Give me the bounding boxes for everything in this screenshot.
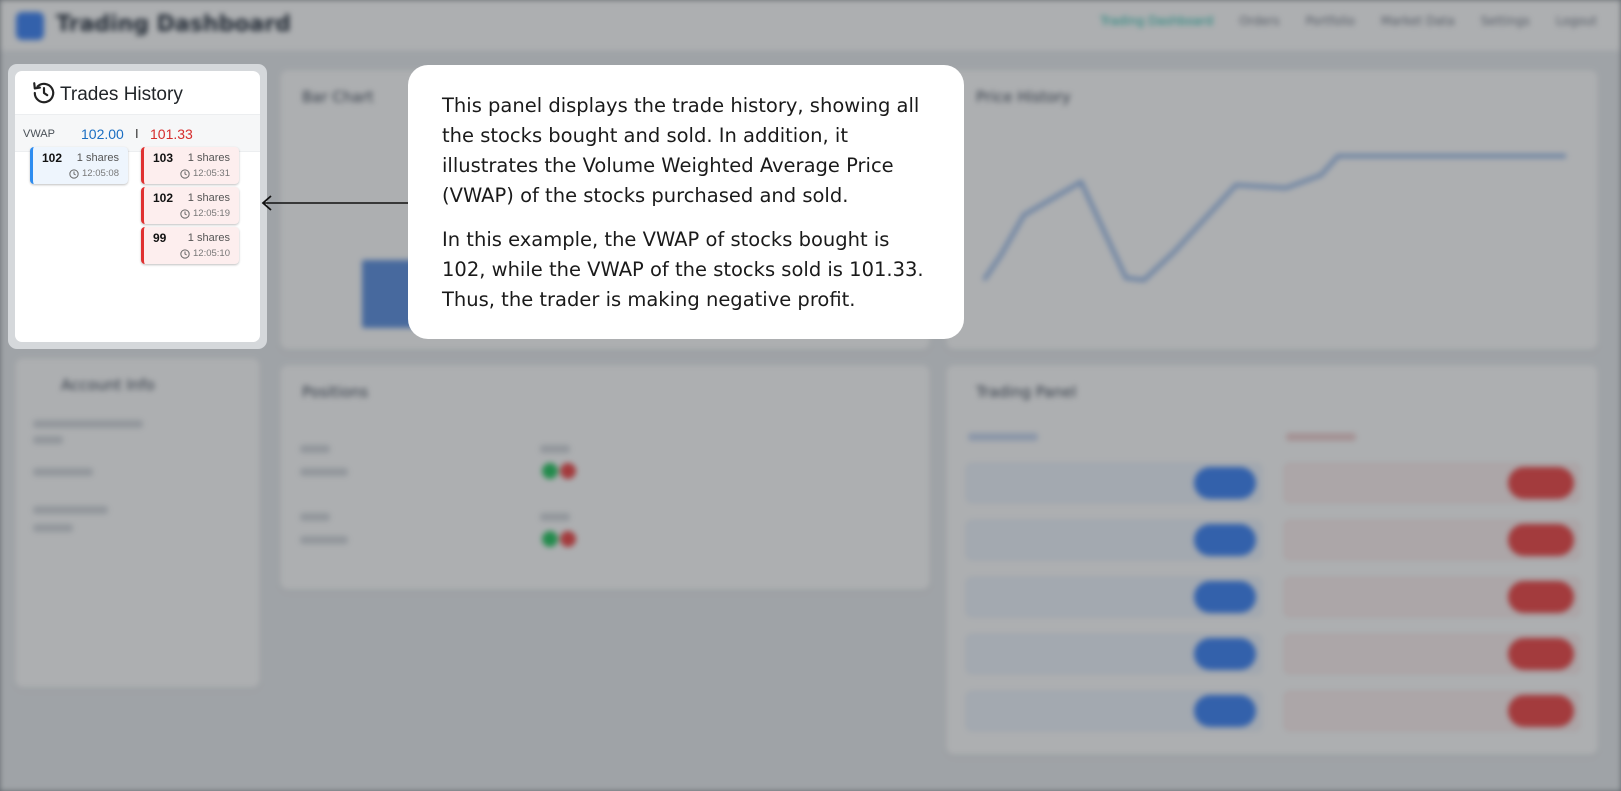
vwap-sell-value: 101.33 [150, 126, 193, 142]
vwap-label: VWAP [23, 128, 55, 140]
trade-shares: 1 shares [187, 232, 230, 244]
trades-history-panel: Trades History VWAP 102.00 I 101.33 102 … [15, 71, 260, 342]
trade-price: 103 [153, 151, 174, 165]
clock-icon [180, 208, 190, 219]
clock-icon [180, 248, 190, 259]
sell-trade-card: 99 1 shares 12:05:10 [141, 227, 239, 264]
trade-shares: 1 shares [187, 192, 230, 204]
trade-shares: 1 shares [76, 152, 119, 164]
clock-icon [180, 168, 190, 179]
trade-time: 12:05:10 [180, 248, 230, 259]
callout-paragraph-1: This panel displays the trade history, s… [442, 94, 920, 207]
sell-trade-card: 102 1 shares 12:05:19 [141, 187, 239, 224]
trade-time: 12:05:19 [180, 208, 230, 219]
buy-trade-card: 102 1 shares 12:05:08 [30, 147, 128, 184]
trade-time: 12:05:31 [180, 168, 230, 179]
panel-header: Trades History [31, 80, 183, 110]
tutorial-callout: This panel displays the trade history, s… [408, 65, 964, 339]
vwap-separator: I [135, 126, 139, 141]
vwap-buy-value: 102.00 [81, 126, 124, 142]
sell-trade-card: 103 1 shares 12:05:31 [141, 147, 239, 184]
trade-price: 102 [42, 151, 63, 165]
trade-price: 102 [153, 191, 174, 205]
trade-shares: 1 shares [187, 152, 230, 164]
clock-icon [69, 168, 79, 179]
callout-arrow [261, 195, 410, 211]
panel-title: Trades History [60, 84, 183, 105]
trade-price: 99 [153, 231, 167, 245]
callout-paragraph-2: In this example, the VWAP of stocks boug… [442, 228, 924, 311]
history-icon [31, 80, 57, 110]
trade-time: 12:05:08 [69, 168, 119, 179]
